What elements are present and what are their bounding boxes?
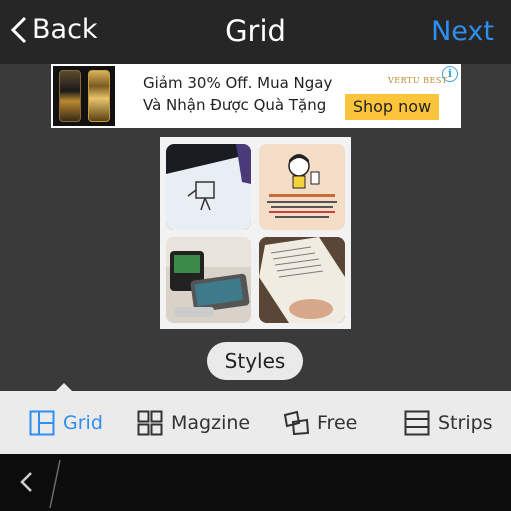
collage-cell-phones-photo[interactable] bbox=[166, 237, 251, 323]
ad-info-icon[interactable]: i bbox=[442, 66, 458, 82]
ad-headline: Giảm 30% Off. Mua Ngay bbox=[143, 74, 333, 92]
back-button[interactable]: Back bbox=[10, 14, 98, 45]
tab-strips-label: Strips bbox=[438, 411, 493, 434]
collage-cell-illustration[interactable] bbox=[259, 144, 345, 230]
ad-brand-logo: VERTU BEST bbox=[388, 76, 448, 85]
collage-preview[interactable] bbox=[160, 137, 351, 329]
tab-free-label: Free bbox=[317, 411, 358, 434]
free-layout-icon bbox=[283, 410, 309, 435]
system-nav-bar bbox=[0, 454, 511, 511]
back-label: Back bbox=[32, 14, 98, 45]
book-photo-image bbox=[259, 237, 345, 323]
tab-grid-label: Grid bbox=[63, 411, 103, 434]
grid-layout-icon bbox=[29, 410, 55, 435]
styles-button[interactable]: Styles bbox=[207, 342, 303, 380]
tab-grid[interactable]: Grid bbox=[29, 391, 103, 454]
layout-tab-bar: Grid Magzine Free Strips bbox=[0, 391, 511, 454]
next-button[interactable]: Next bbox=[431, 16, 494, 47]
nav-back-icon[interactable] bbox=[18, 470, 34, 494]
nav-divider bbox=[49, 460, 61, 508]
top-bar: Back Grid Next bbox=[0, 0, 511, 64]
ad-phone-image bbox=[88, 70, 110, 122]
cartoon-girl-image bbox=[259, 144, 345, 230]
ad-product-image bbox=[53, 66, 115, 126]
collage-cell-book-photo[interactable] bbox=[259, 237, 345, 323]
ad-banner[interactable]: Giảm 30% Off. Mua Ngay Và Nhận Được Quà … bbox=[51, 64, 461, 128]
chevron-left-icon bbox=[10, 16, 27, 43]
drawing-photo-image bbox=[166, 144, 251, 230]
collage-cell-drawing-photo[interactable] bbox=[166, 144, 251, 230]
ad-phone-image bbox=[59, 70, 81, 122]
phones-photo-image bbox=[166, 237, 251, 323]
tab-magzine-label: Magzine bbox=[171, 411, 251, 434]
tab-strips[interactable]: Strips bbox=[404, 391, 493, 454]
ad-subline: Và Nhận Được Quà Tặng bbox=[143, 96, 327, 114]
magazine-layout-icon bbox=[137, 410, 163, 435]
ad-shop-now-button[interactable]: Shop now bbox=[345, 94, 439, 120]
tab-magzine[interactable]: Magzine bbox=[137, 391, 250, 454]
strips-layout-icon bbox=[404, 410, 430, 435]
tab-free[interactable]: Free bbox=[283, 391, 357, 454]
